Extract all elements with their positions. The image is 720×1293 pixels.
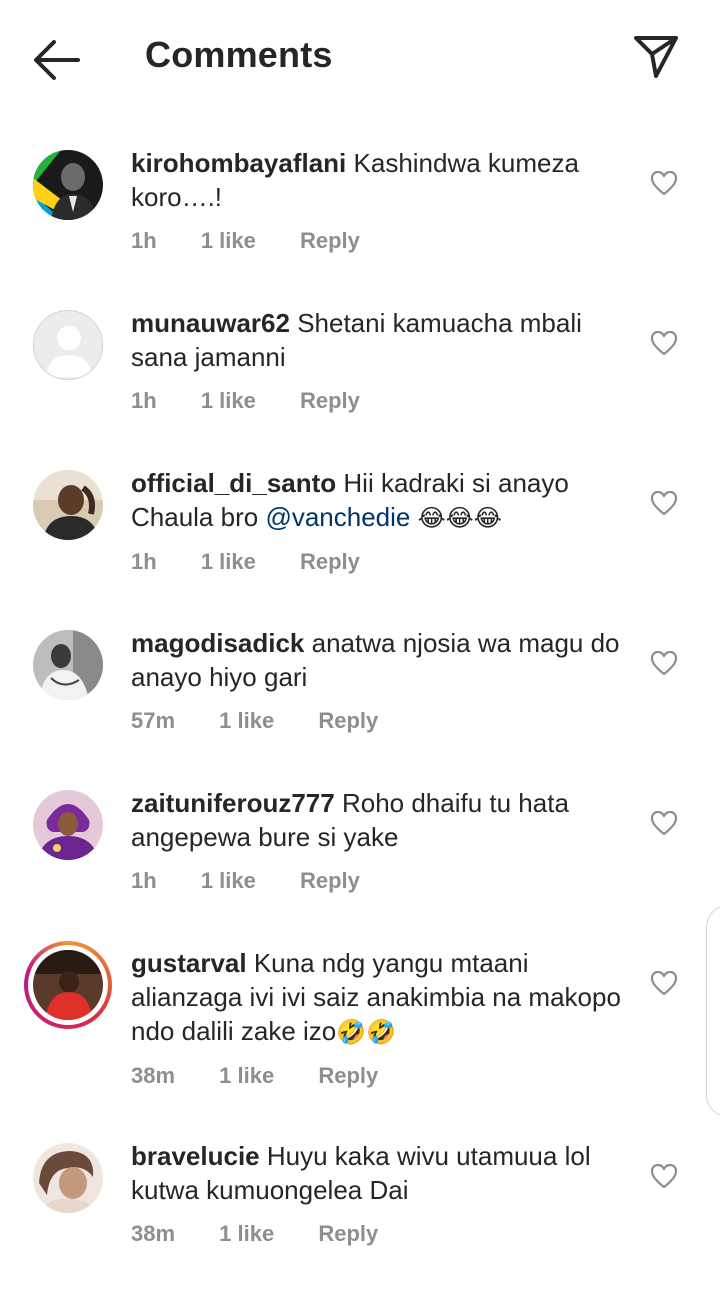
reply-button[interactable]: Reply xyxy=(300,549,360,575)
comment-time: 1h xyxy=(131,228,157,253)
comment-time: 1h xyxy=(131,549,157,574)
comment-item: magodisadick anatwa njosia wa magu do an… xyxy=(0,620,720,780)
reply-button[interactable]: Reply xyxy=(318,1221,378,1247)
comment-meta: 1h 1 like Reply xyxy=(131,868,631,898)
default-avatar-icon xyxy=(34,311,102,379)
paper-plane-icon[interactable] xyxy=(630,32,682,80)
comment-text: magodisadick anatwa njosia wa magu do an… xyxy=(131,626,631,694)
heart-outline-icon[interactable] xyxy=(650,810,678,836)
avatar[interactable] xyxy=(33,790,103,860)
comment-likes[interactable]: 1 like xyxy=(201,549,256,575)
reply-button[interactable]: Reply xyxy=(318,1063,378,1089)
comment-item: official_di_santo Hii kadraki si anayo C… xyxy=(0,460,720,620)
comment-username[interactable]: zaituniferouz777 xyxy=(131,788,335,818)
comment-text: bravelucie Huyu kaka wivu utamuua lol ku… xyxy=(131,1139,631,1207)
comment-text: gustarval Kuna ndg yangu mtaani alianzag… xyxy=(131,946,631,1049)
heart-outline-icon[interactable] xyxy=(650,490,678,516)
heart-outline-icon[interactable] xyxy=(650,330,678,356)
reply-button[interactable]: Reply xyxy=(300,868,360,894)
top-bar: Comments xyxy=(0,0,720,115)
comment-meta: 38m 1 like Reply xyxy=(131,1221,631,1251)
photo-avatar-icon xyxy=(33,470,103,540)
comment-meta: 57m 1 like Reply xyxy=(131,708,631,738)
avatar[interactable] xyxy=(33,630,103,700)
comment-username[interactable]: bravelucie xyxy=(131,1141,260,1171)
comment-username[interactable]: kirohombayaflani xyxy=(131,148,346,178)
heart-outline-icon[interactable] xyxy=(650,650,678,676)
comment-likes[interactable]: 1 like xyxy=(201,228,256,254)
rofl-emoji-icon: 🤣🤣 xyxy=(336,1018,396,1046)
avatar[interactable] xyxy=(33,470,103,540)
comment-text: munauwar62 Shetani kamuacha mbali sana j… xyxy=(131,306,631,374)
comment-meta: 1h 1 like Reply xyxy=(131,228,631,258)
comment-time: 1h xyxy=(131,868,157,893)
comment-item: zaituniferouz777 Roho dhaifu tu hata ang… xyxy=(0,780,720,940)
comment-time: 38m xyxy=(131,1063,176,1088)
comment-item: bravelucie Huyu kaka wivu utamuua lol ku… xyxy=(0,1133,720,1293)
comment-meta: 1h 1 like Reply xyxy=(131,388,631,418)
comment-time: 57m xyxy=(131,708,176,733)
laughing-emoji-icon: 😂😂😂 xyxy=(417,504,502,532)
comment-username[interactable]: munauwar62 xyxy=(131,308,290,338)
comment-likes[interactable]: 1 like xyxy=(219,1063,274,1089)
story-ring-avatar[interactable] xyxy=(24,941,112,1029)
reply-button[interactable]: Reply xyxy=(318,708,378,734)
comment-likes[interactable]: 1 like xyxy=(201,868,256,894)
comment-time: 1h xyxy=(131,388,157,413)
comment-likes[interactable]: 1 like xyxy=(219,708,274,734)
comment-likes[interactable]: 1 like xyxy=(201,388,256,414)
arrow-left-icon[interactable] xyxy=(30,38,82,82)
avatar[interactable] xyxy=(33,310,103,380)
reply-button[interactable]: Reply xyxy=(300,388,360,414)
heart-outline-icon[interactable] xyxy=(650,1163,678,1189)
comment-username[interactable]: magodisadick xyxy=(131,628,304,658)
mention-link[interactable]: @vanchedie xyxy=(265,502,410,532)
purple-photo-avatar-icon xyxy=(33,790,103,860)
comment-list: kirohombayaflani Kashindwa kumeza koro….… xyxy=(0,140,720,1293)
heart-outline-icon[interactable] xyxy=(650,170,678,196)
comment-username[interactable]: official_di_santo xyxy=(131,468,336,498)
comment-meta: 1h 1 like Reply xyxy=(131,549,631,579)
comment-item: kirohombayaflani Kashindwa kumeza koro….… xyxy=(0,140,720,300)
child-photo-avatar-icon xyxy=(33,950,103,1020)
comment-username[interactable]: gustarval xyxy=(131,948,247,978)
reply-button[interactable]: Reply xyxy=(300,228,360,254)
comment-time: 38m xyxy=(131,1221,176,1246)
comment-meta: 38m 1 like Reply xyxy=(131,1063,631,1093)
portrait-flag-icon xyxy=(33,150,103,220)
comment-likes[interactable]: 1 like xyxy=(219,1221,274,1247)
avatar[interactable] xyxy=(33,150,103,220)
comment-text: zaituniferouz777 Roho dhaifu tu hata ang… xyxy=(131,786,631,854)
comment-item: gustarval Kuna ndg yangu mtaani alianzag… xyxy=(0,940,720,1133)
bw-photo-avatar-icon xyxy=(33,630,103,700)
avatar[interactable] xyxy=(33,1143,103,1213)
comment-text: official_di_santo Hii kadraki si anayo C… xyxy=(131,466,631,535)
edge-panel-handle[interactable] xyxy=(706,905,720,1117)
comment-item: munauwar62 Shetani kamuacha mbali sana j… xyxy=(0,300,720,460)
braids-photo-avatar-icon xyxy=(33,1143,103,1213)
heart-outline-icon[interactable] xyxy=(650,970,678,996)
comment-text: kirohombayaflani Kashindwa kumeza koro….… xyxy=(131,146,631,214)
page-title: Comments xyxy=(145,34,333,75)
